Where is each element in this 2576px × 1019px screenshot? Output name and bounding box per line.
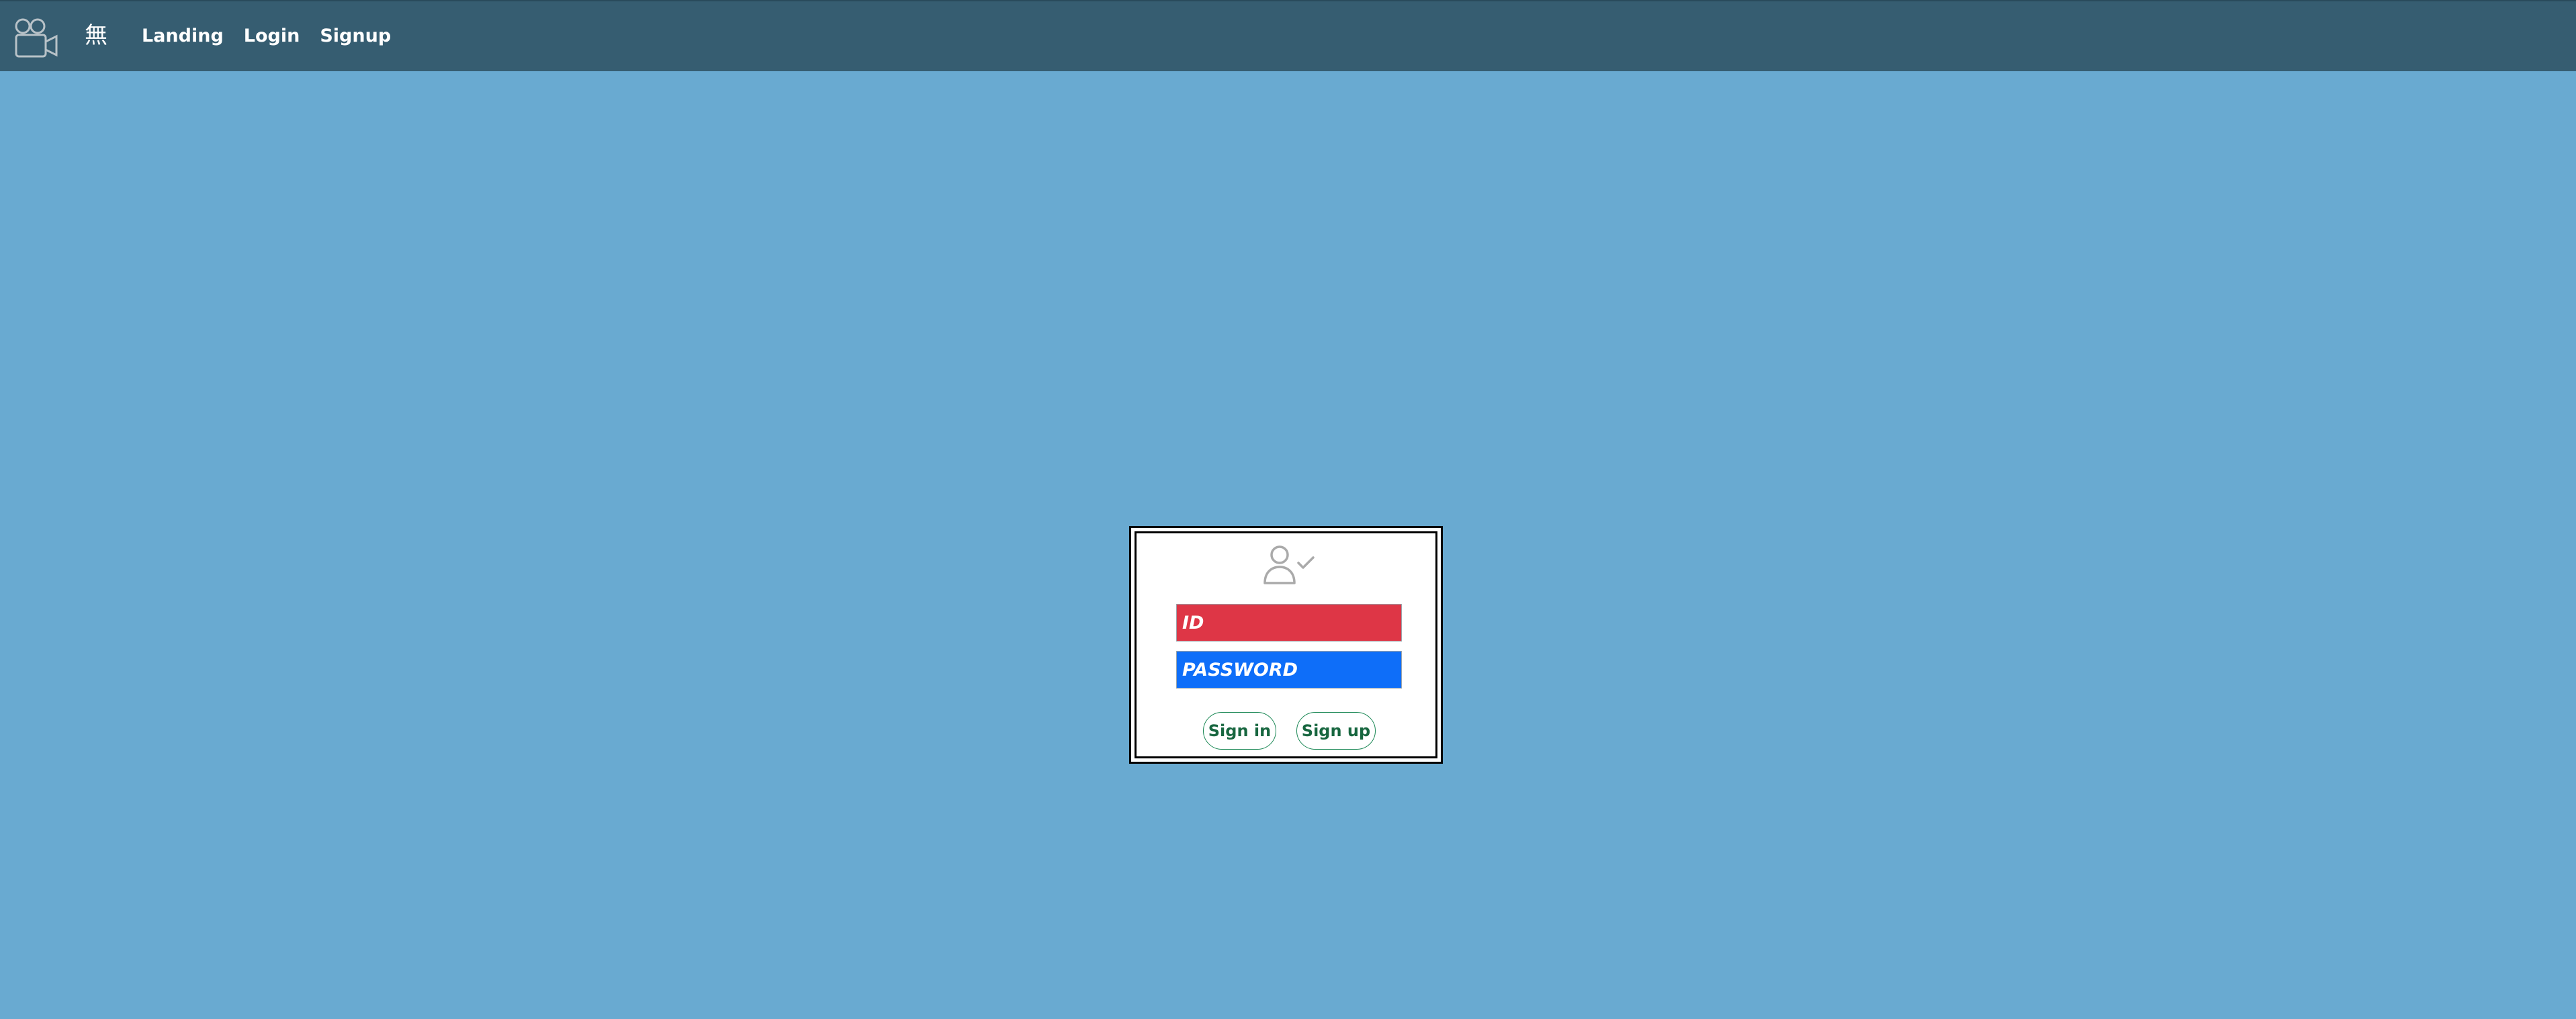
login-card: Sign in Sign up (1129, 526, 1443, 764)
nav-links: Landing Login Signup (142, 20, 391, 52)
nav-link-login[interactable]: Login (244, 20, 300, 52)
sign-up-button[interactable]: Sign up (1296, 712, 1376, 750)
password-input[interactable] (1176, 651, 1402, 689)
video-camera-icon[interactable] (13, 17, 59, 59)
nav-link-signup[interactable]: Signup (320, 20, 391, 52)
sign-in-button[interactable]: Sign in (1203, 712, 1276, 750)
nav-link-landing[interactable]: Landing (142, 20, 224, 52)
id-input[interactable] (1176, 604, 1402, 641)
top-navbar: 無 Landing Login Signup (0, 0, 2576, 71)
login-card-inner: Sign in Sign up (1135, 531, 1437, 758)
user-check-icon (1262, 544, 1316, 586)
brand-mark[interactable]: 無 (85, 19, 107, 52)
